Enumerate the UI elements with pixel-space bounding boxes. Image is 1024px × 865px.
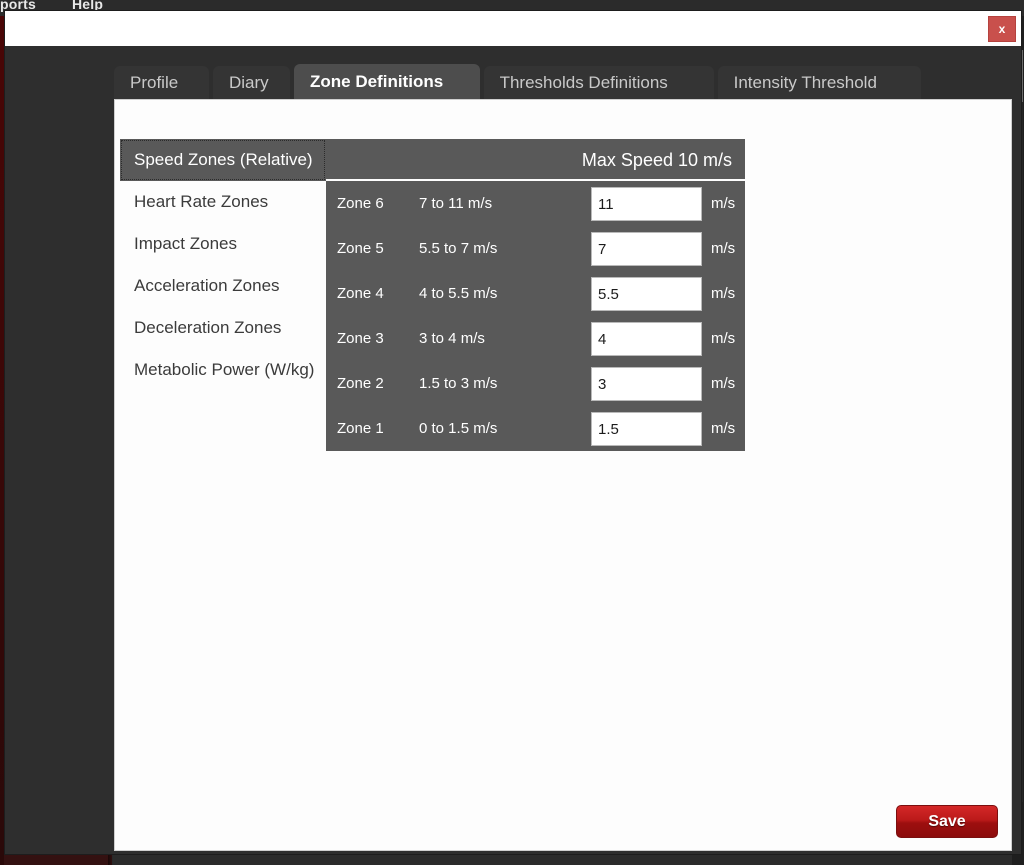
dialog-client-area: Profile Diary Zone Definitions Thresholds D… [5,46,1021,854]
zone-row-unit: m/s [711,330,736,347]
zone-threshold-input[interactable] [591,232,702,266]
zone-row-range: 5.5 to 7 m/s [419,240,498,257]
zone-row-range: 4 to 5.5 m/s [419,285,498,302]
zone-row: Zone 2 1.5 to 3 m/s m/s [326,361,745,406]
zone-category-heart-rate-zones[interactable]: Heart Rate Zones [120,181,326,223]
zone-threshold-input[interactable] [591,187,702,221]
zone-row-range: 1.5 to 3 m/s [419,375,498,392]
zone-row-range: 3 to 4 m/s [419,330,485,347]
zone-category-acceleration-zones[interactable]: Acceleration Zones [120,265,326,307]
player-profile-dialog: x Profile Diary Zone Definitions Thresholds… [4,10,1022,855]
zone-row: Zone 1 0 to 1.5 m/s m/s [326,406,745,451]
tab-intensity-threshold[interactable]: Intensity Threshold [717,66,921,99]
zone-category-metabolic-power-w-kg[interactable]: Metabolic Power (W/kg) [120,349,326,391]
save-button[interactable]: Save [896,805,998,838]
zone-row-unit: m/s [711,195,736,212]
zone-rows: Zone 6 7 to 11 m/s m/s Zone 5 5.5 to 7 m/s m/… [326,181,745,451]
zone-row-unit: m/s [711,285,736,302]
tab-diary[interactable]: Diary [213,66,290,99]
tab-thresholds-definitions[interactable]: Thresholds Definitions [483,66,714,99]
zone-row-unit: m/s [711,420,736,437]
zone-threshold-input[interactable] [591,412,702,446]
close-icon[interactable]: x [988,16,1016,42]
content-panel: Speed Zones (Relative) Heart Rate Zones Im… [114,99,1012,851]
zone-row-name: Zone 3 [337,330,384,347]
zone-row-name: Zone 6 [337,195,384,212]
zone-category-speed-zones-relative[interactable]: Speed Zones (Relative) [120,139,326,181]
zone-category-list: Speed Zones (Relative) Heart Rate Zones Im… [120,139,326,391]
zone-row: Zone 3 3 to 4 m/s m/s [326,316,745,361]
zone-row: Zone 4 4 to 5.5 m/s m/s [326,271,745,316]
zone-threshold-input[interactable] [591,277,702,311]
zone-row-range: 0 to 1.5 m/s [419,420,498,437]
zone-row: Zone 6 7 to 11 m/s m/s [326,181,745,226]
zones-panel: Max Speed 10 m/s Zone 67 to 11 m/sm/sZon… [326,139,745,451]
zone-row-name: Zone 5 [337,240,384,257]
zone-category-deceleration-zones[interactable]: Deceleration Zones [120,307,326,349]
zone-row-unit: m/s [711,240,736,257]
dialog-titlebar: x [5,11,1021,46]
zone-row-name: Zone 1 [337,420,384,437]
zone-category-impact-zones[interactable]: Impact Zones [120,223,326,265]
zone-row-unit: m/s [711,375,736,392]
zone-row: Zone 5 5.5 to 7 m/s m/s [326,226,745,271]
zone-row-name: Zone 4 [337,285,384,302]
zone-row-name: Zone 2 [337,375,384,392]
zone-threshold-input[interactable] [591,322,702,356]
tab-zone-definitions[interactable]: Zone Definitions [294,64,480,99]
tab-profile[interactable]: Profile [114,66,209,99]
tab-strip: Profile Diary Zone Definitions Thresholds D… [114,64,1012,99]
max-speed-header: Max Speed 10 m/s [326,139,745,181]
zone-threshold-input[interactable] [591,367,702,401]
zone-row-range: 7 to 11 m/s [419,195,493,212]
